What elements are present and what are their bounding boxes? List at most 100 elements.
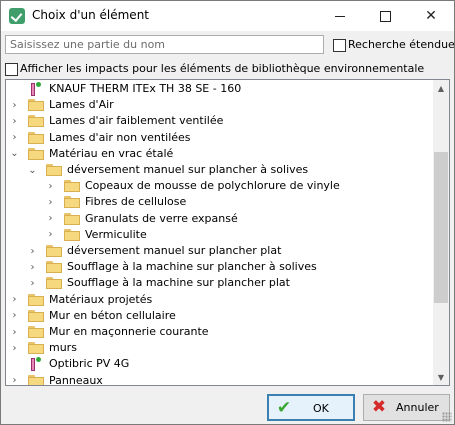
resize-grip[interactable] bbox=[442, 412, 452, 422]
scroll-thumb[interactable] bbox=[434, 152, 448, 303]
tree-item-label: Panneaux bbox=[49, 373, 103, 386]
tree-item[interactable]: ⌄ Matériau en vrac étalé bbox=[6, 146, 426, 162]
tree-item[interactable]: › Copeaux de mousse de polychlorure de vi… bbox=[6, 178, 426, 194]
folder-icon bbox=[28, 293, 44, 306]
chevron-right-icon[interactable]: › bbox=[10, 292, 19, 308]
folder-icon bbox=[46, 245, 62, 257]
chevron-right-icon[interactable]: › bbox=[46, 178, 55, 194]
folder-icon bbox=[28, 342, 44, 355]
tree-item[interactable]: Optibric PV 4G bbox=[6, 356, 426, 372]
tree-item[interactable]: › Vermiculite bbox=[6, 227, 426, 243]
tree-item-label: déversement manuel sur plancher à solive… bbox=[67, 163, 309, 176]
tree-item[interactable]: › Lames d'air non ventilées bbox=[6, 130, 426, 146]
tree-item[interactable]: › Lames d'Air bbox=[6, 97, 426, 113]
tree-item[interactable]: ⌄ déversement manuel sur plancher à soliv… bbox=[6, 162, 426, 178]
folder-icon bbox=[28, 147, 44, 160]
chevron-right-icon[interactable]: › bbox=[28, 243, 37, 259]
app-icon bbox=[9, 8, 25, 24]
folder-icon bbox=[28, 309, 44, 322]
folder-icon bbox=[64, 180, 80, 193]
tree-item-label: Soufflage à la machine sur plancher à so… bbox=[67, 260, 317, 274]
tree-item-label: KNAUF THERM ITEx TH 38 SE - 160 bbox=[49, 82, 242, 95]
tree-item-label: murs bbox=[49, 341, 77, 355]
folder-icon bbox=[28, 115, 44, 128]
tree-item[interactable]: › Mur en maçonnerie courante bbox=[6, 324, 426, 340]
tree-item[interactable]: › déversement manuel sur plancher plat bbox=[6, 243, 426, 259]
chevron-right-icon[interactable]: › bbox=[10, 308, 19, 324]
folder-icon bbox=[28, 374, 44, 385]
chevron-right-icon[interactable]: › bbox=[10, 97, 19, 113]
env-impacts-checkbox[interactable] bbox=[5, 63, 18, 76]
tree-scrollbar[interactable]: ▲ ▼ bbox=[433, 80, 449, 385]
tree-item[interactable]: › Mur en béton cellulaire bbox=[6, 308, 426, 324]
close-icon: ✕ bbox=[425, 8, 437, 24]
tree-item-label: Vermiculite bbox=[85, 227, 147, 241]
maximize-icon bbox=[379, 10, 391, 22]
chevron-right-icon[interactable]: › bbox=[46, 211, 55, 227]
tree-item[interactable]: › Panneaux bbox=[6, 373, 426, 386]
folder-icon bbox=[64, 228, 80, 241]
folder-icon bbox=[28, 326, 44, 338]
folder-icon bbox=[46, 261, 62, 274]
tree-item[interactable]: › Soufflage à la machine sur plancher pla… bbox=[6, 275, 426, 291]
tree-item[interactable]: › Lames d'air faiblement ventilée bbox=[6, 113, 426, 129]
scroll-up-icon[interactable]: ▲ bbox=[433, 80, 449, 96]
tree-item-label: Fibres de cellulose bbox=[85, 195, 187, 209]
product-icon bbox=[28, 357, 44, 372]
chevron-right-icon[interactable]: › bbox=[10, 340, 19, 356]
tree-item-label: Soufflage à la machine sur plancher plat bbox=[67, 276, 290, 290]
search-input[interactable] bbox=[6, 36, 323, 53]
cancel-x-icon: ✖ bbox=[371, 397, 387, 417]
extended-search-label: Recherche étendue bbox=[348, 38, 455, 51]
tree-item-label: Mur en maçonnerie courante bbox=[49, 325, 209, 338]
chevron-down-icon[interactable]: ⌄ bbox=[10, 146, 19, 162]
chevron-right-icon[interactable]: › bbox=[10, 373, 19, 385]
chevron-right-icon[interactable]: › bbox=[28, 259, 37, 275]
tree-item-label: Lames d'Air bbox=[49, 98, 114, 112]
chevron-right-icon[interactable]: › bbox=[10, 324, 19, 340]
ok-button[interactable]: ✔ OK bbox=[267, 394, 355, 421]
product-icon bbox=[28, 82, 44, 96]
cancel-button[interactable]: ✖ Annuler bbox=[363, 394, 450, 421]
tree-item-label: Matériaux projetés bbox=[49, 292, 153, 306]
cancel-button-label: Annuler bbox=[396, 401, 439, 414]
chevron-right-icon[interactable]: › bbox=[46, 194, 55, 210]
window-title: Choix d'un élément bbox=[32, 8, 149, 22]
tree-item-label: Optibric PV 4G bbox=[49, 357, 130, 371]
chevron-down-icon[interactable]: ⌄ bbox=[28, 162, 37, 178]
element-tree[interactable]: › Panneaux Optibric PV 4G › murs › Mur en maço… bbox=[5, 79, 450, 386]
minimize-icon bbox=[335, 15, 345, 17]
env-impacts-label: Afficher les impacts pour les éléments d… bbox=[20, 62, 425, 75]
dialog-window: Choix d'un élément ✕ Recherche étendue A… bbox=[0, 0, 455, 425]
scroll-down-icon[interactable]: ▼ bbox=[433, 369, 449, 385]
maximize-button[interactable] bbox=[362, 1, 408, 31]
tree-item-label: Matériau en vrac étalé bbox=[49, 146, 174, 160]
tree-item-label: Lames d'air faiblement ventilée bbox=[49, 114, 224, 128]
tree-item-label: Copeaux de mousse de polychlorure de vin… bbox=[85, 179, 340, 193]
search-field[interactable] bbox=[5, 35, 324, 54]
minimize-button[interactable] bbox=[317, 1, 363, 31]
tree-item[interactable]: KNAUF THERM ITEx TH 38 SE - 160 bbox=[6, 81, 426, 97]
ok-button-label: OK bbox=[313, 402, 329, 415]
folder-icon bbox=[46, 164, 62, 176]
chevron-right-icon[interactable]: › bbox=[46, 227, 55, 243]
folder-icon bbox=[28, 131, 44, 144]
tree-item[interactable]: › Fibres de cellulose bbox=[6, 194, 426, 210]
checkmark-icon: ✔ bbox=[276, 398, 292, 418]
extended-search-checkbox[interactable] bbox=[333, 39, 346, 52]
folder-icon bbox=[28, 99, 44, 112]
tree-item-label: Granulats de verre expansé bbox=[85, 211, 238, 225]
title-bar: Choix d'un élément ✕ bbox=[1, 1, 454, 31]
folder-icon bbox=[64, 196, 80, 209]
folder-icon bbox=[64, 212, 80, 225]
tree-item[interactable]: › Matériaux projetés bbox=[6, 292, 426, 308]
chevron-right-icon[interactable]: › bbox=[10, 113, 19, 129]
tree-item[interactable]: › Granulats de verre expansé bbox=[6, 211, 426, 227]
chevron-right-icon[interactable]: › bbox=[10, 130, 19, 146]
tree-item[interactable]: › Soufflage à la machine sur plancher à s… bbox=[6, 259, 426, 275]
close-button[interactable]: ✕ bbox=[408, 1, 454, 31]
tree-item-label: Lames d'air non ventilées bbox=[49, 130, 191, 144]
tree-item[interactable]: › murs bbox=[6, 340, 426, 356]
chevron-right-icon[interactable]: › bbox=[28, 275, 37, 291]
folder-icon bbox=[46, 277, 62, 290]
